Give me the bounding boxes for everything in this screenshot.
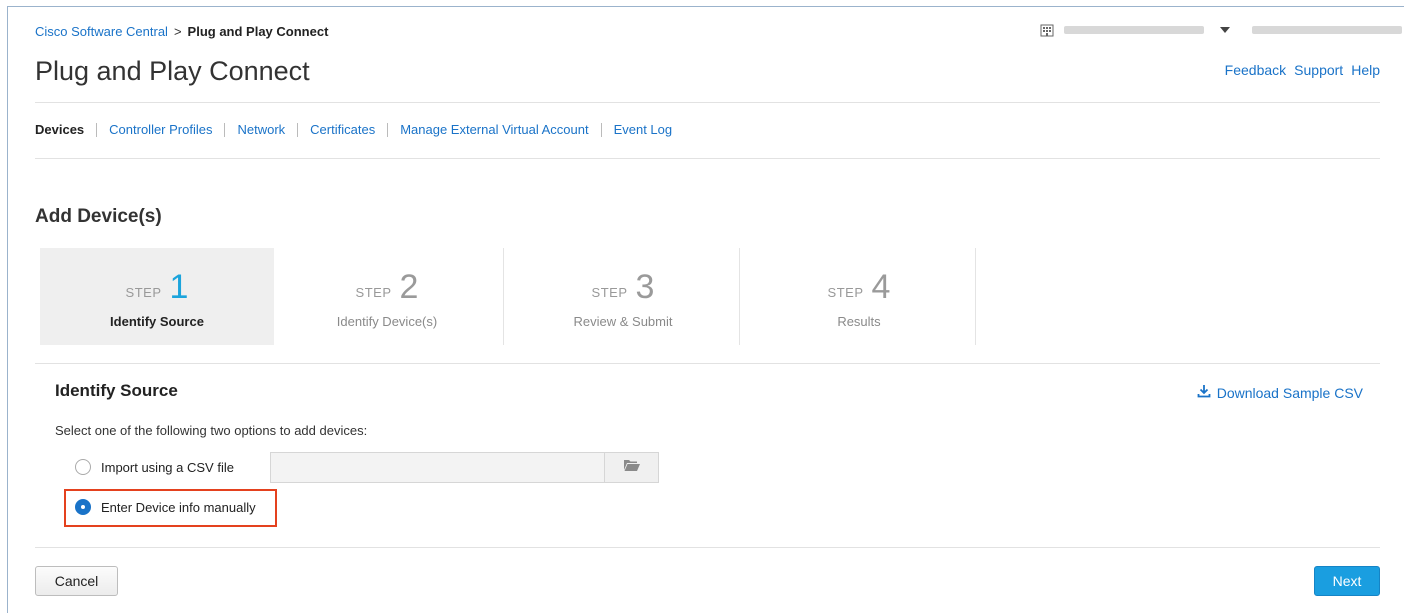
- identify-source-heading: Identify Source: [55, 381, 178, 400]
- support-link[interactable]: Support: [1294, 62, 1343, 78]
- step-label: Review & Submit: [573, 314, 673, 329]
- nav-separator: [297, 122, 299, 137]
- step-label: Results: [837, 314, 881, 329]
- nav-separator: [387, 122, 389, 137]
- nav-separator: [224, 122, 226, 137]
- help-link[interactable]: Help: [1351, 62, 1380, 78]
- nav-separator: [600, 122, 602, 137]
- wizard-steps: STEP 1 Identify Source STEP 2 Identify Dev…: [35, 248, 1380, 348]
- option-import-csv[interactable]: Import using a CSV file: [75, 459, 234, 475]
- wizard-step-4: STEP 4 Results: [742, 248, 976, 345]
- cancel-button[interactable]: Cancel: [35, 566, 118, 596]
- help-links: Feedback Support Help: [1225, 62, 1380, 78]
- step-divider: [503, 248, 504, 345]
- breadcrumb-current: Plug and Play Connect: [187, 24, 329, 39]
- browse-file-button[interactable]: [604, 452, 659, 483]
- folder-icon: [623, 458, 641, 477]
- divider: [35, 102, 1380, 103]
- step-word: STEP: [827, 285, 864, 300]
- download-sample-csv-link[interactable]: Download Sample CSV: [1197, 384, 1363, 401]
- instruction-text: Select one of the following two options …: [55, 423, 368, 438]
- step-number: 3: [635, 268, 655, 306]
- step-number: 4: [871, 268, 891, 306]
- download-icon: [1197, 384, 1211, 401]
- feedback-link[interactable]: Feedback: [1225, 62, 1286, 78]
- page-title: Plug and Play Connect: [35, 56, 310, 86]
- step-number: 2: [399, 268, 419, 306]
- chevron-down-icon[interactable]: [1220, 27, 1230, 33]
- download-label: Download Sample CSV: [1216, 384, 1363, 401]
- nav-item-certificates[interactable]: Certificates: [310, 122, 375, 137]
- next-button[interactable]: Next: [1314, 566, 1380, 596]
- user-name-redacted: [1252, 26, 1402, 34]
- account-selector[interactable]: [1040, 23, 1402, 37]
- wizard-step-1: STEP 1 Identify Source: [40, 248, 274, 345]
- step-number: 1: [169, 268, 189, 306]
- breadcrumb-cisco-software-central[interactable]: Cisco Software Central: [35, 24, 168, 39]
- breadcrumb: Cisco Software Central > Plug and Play Con…: [35, 24, 328, 39]
- nav-item-controller-profiles[interactable]: Controller Profiles: [109, 122, 212, 137]
- main-nav: Devices Controller Profiles Network Cert…: [35, 122, 672, 137]
- account-name-redacted: [1064, 26, 1204, 34]
- nav-item-manage-external-virtual-account[interactable]: Manage External Virtual Account: [400, 122, 588, 137]
- step-word: STEP: [125, 285, 162, 300]
- nav-separator: [96, 122, 98, 137]
- nav-item-devices[interactable]: Devices: [35, 122, 84, 137]
- step-divider: [975, 248, 976, 345]
- divider: [35, 363, 1380, 364]
- csv-file-input[interactable]: [270, 452, 605, 483]
- step-word: STEP: [355, 285, 392, 300]
- add-devices-title: Add Device(s): [35, 206, 162, 227]
- nav-item-event-log[interactable]: Event Log: [614, 122, 673, 137]
- wizard-step-2: STEP 2 Identify Device(s): [270, 248, 504, 345]
- step-label: Identify Source: [110, 314, 204, 329]
- wizard-step-3: STEP 3 Review & Submit: [506, 248, 740, 345]
- option-import-csv-label: Import using a CSV file: [101, 459, 234, 475]
- step-divider: [739, 248, 740, 345]
- divider: [35, 158, 1380, 159]
- breadcrumb-separator: >: [173, 24, 182, 39]
- nav-item-network[interactable]: Network: [237, 122, 285, 137]
- step-word: STEP: [591, 285, 628, 300]
- divider: [35, 547, 1380, 548]
- highlight-box: [64, 489, 277, 527]
- radio-import-csv[interactable]: [75, 459, 91, 475]
- building-icon: [1040, 23, 1054, 37]
- step-label: Identify Device(s): [336, 314, 438, 329]
